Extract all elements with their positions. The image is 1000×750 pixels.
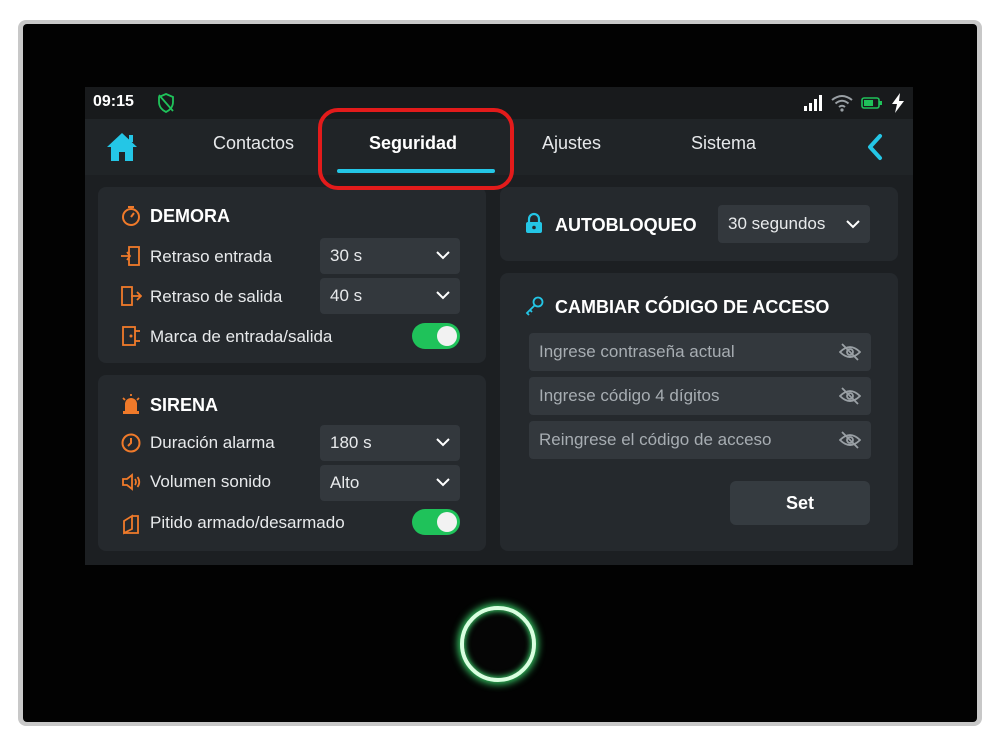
tab-ajustes[interactable]: Ajustes xyxy=(542,133,601,154)
marca-entrada-salida-label: Marca de entrada/salida xyxy=(150,327,333,346)
demora-panel: DEMORA Retraso entrada 30 s Retraso de s… xyxy=(98,187,486,363)
tab-contactos[interactable]: Contactos xyxy=(213,133,294,154)
chevron-down-icon xyxy=(436,478,450,487)
door-mark-icon xyxy=(122,326,140,346)
eye-off-icon[interactable] xyxy=(839,386,861,406)
tab-sistema[interactable]: Sistema xyxy=(691,133,756,154)
duracion-alarma-label: Duración alarma xyxy=(150,433,275,452)
autobloqueo-title: AUTOBLOQUEO xyxy=(555,215,697,235)
chevron-down-icon xyxy=(436,251,450,260)
set-button[interactable]: Set xyxy=(730,481,870,525)
beep-door-icon xyxy=(123,514,139,535)
volumen-sonido-value: Alto xyxy=(330,473,360,492)
retraso-entrada-label: Retraso entrada xyxy=(150,247,272,266)
sirena-title: SIRENA xyxy=(150,395,219,415)
home-icon[interactable] xyxy=(105,131,139,163)
toggle-knob xyxy=(437,512,457,532)
toggle-knob xyxy=(437,326,457,346)
volumen-sonido-select[interactable]: Alto xyxy=(320,465,460,501)
new-code-input[interactable]: Ingrese código 4 dígitos xyxy=(529,377,871,415)
battery-icon xyxy=(861,97,882,109)
new-code-placeholder: Ingrese código 4 dígitos xyxy=(539,386,720,405)
shield-off-icon xyxy=(158,93,174,113)
volume-icon xyxy=(122,473,141,491)
siren-icon xyxy=(122,394,140,414)
retraso-salida-select[interactable]: 40 s xyxy=(320,278,460,314)
eye-off-icon[interactable] xyxy=(839,430,861,450)
wifi-icon xyxy=(831,95,853,112)
confirm-code-input[interactable]: Reingrese el código de acceso xyxy=(529,421,871,459)
retraso-entrada-select[interactable]: 30 s xyxy=(320,238,460,274)
key-icon xyxy=(525,296,544,316)
demora-title: DEMORA xyxy=(150,206,230,226)
clock: 09:15 xyxy=(93,93,134,110)
chevron-down-icon xyxy=(436,291,450,300)
autobloqueo-panel: AUTOBLOQUEO 30 segundos xyxy=(500,187,898,261)
confirm-code-placeholder: Reingrese el código de acceso xyxy=(539,430,772,449)
access-code-title: CAMBIAR CÓDIGO DE ACCESO xyxy=(555,297,830,317)
tab-highlight-annotation xyxy=(318,108,514,190)
signal-icon xyxy=(804,95,822,111)
current-password-input[interactable]: Ingrese contraseña actual xyxy=(529,333,871,371)
retraso-salida-label: Retraso de salida xyxy=(150,287,283,306)
autobloqueo-select[interactable]: 30 segundos xyxy=(718,205,870,243)
clock-alarm-icon xyxy=(121,433,141,453)
stopwatch-icon xyxy=(122,206,140,226)
duracion-alarma-value: 180 s xyxy=(330,433,372,452)
retraso-salida-value: 40 s xyxy=(330,286,363,305)
status-icons xyxy=(803,93,905,113)
exit-door-icon xyxy=(121,286,142,306)
access-code-panel: CAMBIAR CÓDIGO DE ACCESO Ingrese contras… xyxy=(500,273,898,551)
back-chevron-icon[interactable] xyxy=(865,133,885,161)
chevron-down-icon xyxy=(846,220,860,229)
pitido-armado-toggle[interactable] xyxy=(412,509,460,535)
current-password-placeholder: Ingrese contraseña actual xyxy=(539,342,735,361)
marca-entrada-salida-toggle[interactable] xyxy=(412,323,460,349)
entry-door-icon xyxy=(121,246,140,266)
lock-icon xyxy=(526,212,542,233)
charging-icon xyxy=(892,93,904,113)
eye-off-icon[interactable] xyxy=(839,342,861,362)
retraso-entrada-value: 30 s xyxy=(330,246,363,265)
sirena-panel: SIRENA Duración alarma 180 s Volumen son… xyxy=(98,375,486,551)
volumen-sonido-label: Volumen sonido xyxy=(150,472,271,491)
chevron-down-icon xyxy=(436,438,450,447)
autobloqueo-value: 30 segundos xyxy=(728,214,826,233)
home-button[interactable] xyxy=(460,606,536,682)
duracion-alarma-select[interactable]: 180 s xyxy=(320,425,460,461)
pitido-armado-label: Pitido armado/desarmado xyxy=(150,513,345,532)
